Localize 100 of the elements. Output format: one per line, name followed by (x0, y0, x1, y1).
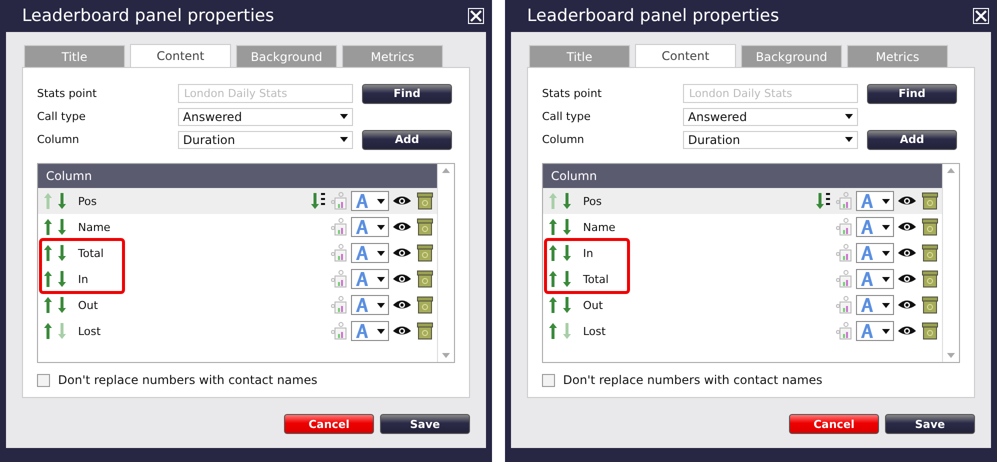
chart-icon[interactable] (331, 270, 347, 288)
eye-icon[interactable] (393, 325, 411, 337)
scroll-up-icon[interactable] (442, 168, 450, 173)
scroll-down-icon[interactable] (947, 353, 955, 358)
trash-bin-icon[interactable] (417, 322, 433, 340)
font-style-dropdown[interactable] (856, 191, 894, 211)
trash-bin-icon[interactable] (417, 244, 433, 262)
trash-bin-icon[interactable] (922, 322, 938, 340)
close-button[interactable] (468, 8, 484, 24)
trash-bin-icon[interactable] (417, 192, 433, 210)
column-row[interactable]: Pos (543, 188, 942, 214)
chart-icon[interactable] (836, 296, 852, 314)
caret-icon (882, 328, 890, 334)
eye-icon[interactable] (393, 247, 411, 259)
tab[interactable]: Content (130, 44, 231, 67)
up-arrow-icon[interactable] (44, 323, 52, 339)
up-arrow-icon[interactable] (549, 323, 557, 339)
down-arrow-icon[interactable] (58, 245, 66, 261)
font-style-dropdown[interactable] (351, 217, 389, 237)
cancel-button[interactable]: Cancel (284, 414, 374, 434)
column-name: Name (583, 220, 616, 234)
cancel-button[interactable]: Cancel (789, 414, 879, 434)
up-arrow-icon[interactable] (549, 271, 557, 287)
input-field[interactable]: London Daily Stats (683, 84, 858, 103)
font-style-dropdown[interactable] (856, 269, 894, 289)
down-arrow-icon[interactable] (563, 297, 571, 313)
chart-icon[interactable] (836, 218, 852, 236)
trash-bin-icon[interactable] (922, 192, 938, 210)
font-style-dropdown[interactable] (856, 217, 894, 237)
action-button[interactable]: Find (362, 84, 452, 104)
eye-icon[interactable] (898, 247, 916, 259)
trash-bin-icon[interactable] (922, 218, 938, 236)
chart-icon[interactable] (836, 322, 852, 340)
trash-bin-icon[interactable] (417, 296, 433, 314)
up-arrow-icon[interactable] (44, 271, 52, 287)
chart-icon[interactable] (331, 322, 347, 340)
font-style-dropdown[interactable] (351, 243, 389, 263)
down-arrow-icon[interactable] (563, 219, 571, 235)
action-button[interactable]: Add (362, 130, 452, 150)
checkbox[interactable] (37, 374, 50, 386)
sort-order-icon[interactable] (816, 192, 832, 210)
eye-icon[interactable] (898, 273, 916, 285)
trash-bin-icon[interactable] (922, 270, 938, 288)
down-arrow-icon[interactable] (58, 193, 66, 209)
eye-icon[interactable] (898, 299, 916, 311)
save-button[interactable]: Save (885, 414, 975, 434)
down-arrow-icon[interactable] (563, 271, 571, 287)
font-style-icon (355, 272, 369, 286)
chart-icon[interactable] (331, 296, 347, 314)
action-button[interactable]: Find (867, 84, 957, 104)
font-style-dropdown[interactable] (856, 321, 894, 341)
trash-bin-icon[interactable] (922, 244, 938, 262)
dropdown-field[interactable]: Answered (683, 108, 858, 126)
column-row[interactable]: Pos (38, 188, 437, 214)
chart-icon[interactable] (836, 270, 852, 288)
checkbox[interactable] (542, 374, 555, 386)
down-arrow-icon[interactable] (58, 271, 66, 287)
eye-icon[interactable] (393, 299, 411, 311)
tab[interactable]: Content (635, 44, 736, 67)
trash-bin-icon[interactable] (417, 270, 433, 288)
font-style-dropdown[interactable] (856, 243, 894, 263)
down-arrow-icon[interactable] (563, 193, 571, 209)
sort-order-icon[interactable] (311, 192, 327, 210)
action-button[interactable]: Add (867, 130, 957, 150)
scroll-up-icon[interactable] (947, 168, 955, 173)
chart-icon[interactable] (331, 244, 347, 262)
up-arrow-icon[interactable] (44, 245, 52, 261)
chart-icon[interactable] (836, 244, 852, 262)
eye-icon[interactable] (898, 195, 916, 207)
eye-icon[interactable] (393, 221, 411, 233)
up-arrow-icon[interactable] (549, 219, 557, 235)
font-style-dropdown[interactable] (351, 295, 389, 315)
trash-bin-icon[interactable] (417, 218, 433, 236)
dropdown-field[interactable]: Duration (683, 130, 858, 148)
eye-icon[interactable] (898, 221, 916, 233)
scroll-down-icon[interactable] (442, 353, 450, 358)
dialog-title: Leaderboard panel properties (22, 6, 274, 26)
eye-icon[interactable] (898, 325, 916, 337)
down-arrow-icon[interactable] (58, 297, 66, 313)
font-style-dropdown[interactable] (856, 295, 894, 315)
chart-icon[interactable] (331, 218, 347, 236)
down-arrow-icon[interactable] (563, 245, 571, 261)
up-arrow-icon[interactable] (44, 297, 52, 313)
down-arrow-icon[interactable] (58, 219, 66, 235)
up-arrow-icon[interactable] (549, 297, 557, 313)
dropdown-field[interactable]: Answered (178, 108, 353, 126)
input-field[interactable]: London Daily Stats (178, 84, 353, 103)
font-style-dropdown[interactable] (351, 321, 389, 341)
save-button[interactable]: Save (380, 414, 470, 434)
eye-icon[interactable] (393, 195, 411, 207)
trash-bin-icon[interactable] (922, 296, 938, 314)
caret-icon (377, 328, 385, 334)
caret-icon (377, 276, 385, 282)
eye-icon[interactable] (393, 273, 411, 285)
font-style-dropdown[interactable] (351, 191, 389, 211)
up-arrow-icon[interactable] (44, 219, 52, 235)
up-arrow-icon[interactable] (549, 245, 557, 261)
dropdown-field[interactable]: Duration (178, 130, 353, 148)
font-style-dropdown[interactable] (351, 269, 389, 289)
close-button[interactable] (973, 8, 989, 24)
